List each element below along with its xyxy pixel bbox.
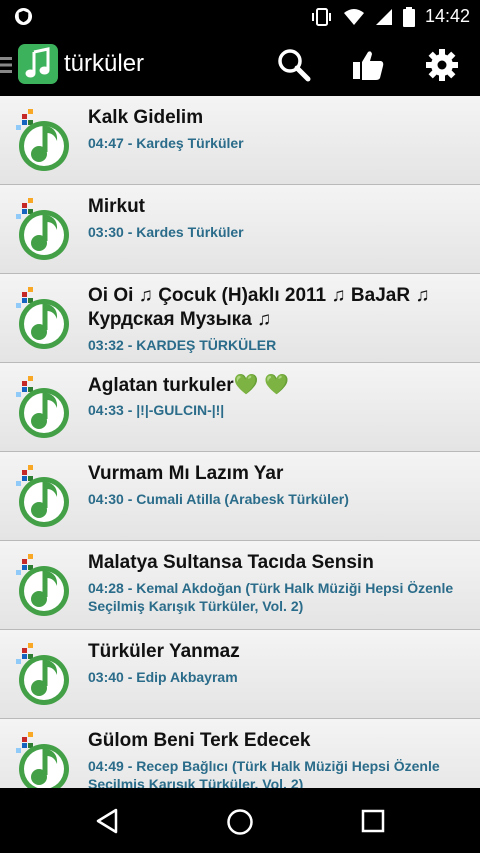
list-item[interactable]: Kalk Gidelim 04:47 - Kardeş Türküler — [0, 96, 480, 185]
song-subtitle: 03:30 - Kardes Türküler — [88, 224, 244, 240]
song-title: Mirkut — [88, 196, 145, 217]
search-icon[interactable] — [276, 47, 312, 83]
gear-icon[interactable] — [424, 47, 460, 83]
song-title: Oi Oi ♫ Çocuk (H)aklı 2011 ♫ BaJaR ♫ Кур… — [88, 285, 430, 330]
song-subtitle: 04:47 - Kardeş Türküler — [88, 135, 244, 151]
song-subtitle: 03:40 - Edip Akbayram — [88, 669, 238, 685]
music-note-icon — [25, 47, 50, 78]
song-subtitle: 03:32 - KARDEŞ TÜRKÜLER — [88, 337, 277, 353]
drawer-menu-icon[interactable] — [0, 55, 14, 75]
song-subtitle: 04:30 - Cumali Atilla (Arabesk Türküler) — [88, 491, 349, 507]
list-item[interactable]: Mirkut 03:30 - Kardes Türküler — [0, 185, 480, 274]
song-list[interactable]: Kalk Gidelim 04:47 - Kardeş Türküler Mir… — [0, 96, 480, 788]
battery-icon — [402, 6, 415, 27]
song-note-icon — [16, 109, 69, 171]
app-logo[interactable] — [18, 44, 58, 84]
list-item[interactable]: Oi Oi ♫ Çocuk (H)aklı 2011 ♫ BaJaR ♫ Кур… — [0, 274, 480, 363]
song-subtitle: 04:33 - |!|-GULCIN-|!| — [88, 402, 225, 418]
song-title-text: Aglatan turkuler — [88, 375, 234, 396]
signal-icon — [375, 8, 392, 25]
clock: 14:42 — [424, 6, 470, 26]
list-item[interactable]: Türküler Yanmaz 03:40 - Edip Akbayram — [0, 630, 480, 719]
song-title: Aglatan turkuler💚 💚 — [88, 373, 470, 398]
app-title: türküler — [64, 50, 145, 77]
song-note-icon — [16, 465, 69, 527]
song-title: Kalk Gidelim — [88, 107, 204, 128]
home-icon[interactable] — [226, 808, 254, 836]
song-title: Vurmam Mı Lazım Yar — [88, 463, 284, 484]
song-note-icon — [16, 554, 69, 616]
song-subtitle: 04:28 - Kemal Akdoğan (Türk Halk Müziği … — [88, 580, 454, 614]
status-bar: 14:42 — [0, 0, 480, 33]
song-title: Türküler Yanmaz — [88, 641, 240, 662]
app-bar: türküler — [0, 33, 480, 96]
song-subtitle: 04:49 - Recep Bağlıcı (Türk Halk Müziği … — [88, 758, 440, 788]
navigation-bar — [0, 788, 480, 853]
song-note-icon — [16, 376, 69, 438]
back-icon[interactable] — [94, 808, 120, 834]
list-item[interactable]: Gülom Beni Terk Edecek 04:49 - Recep Bağ… — [0, 719, 480, 788]
list-item[interactable]: Malatya Sultansa Tacıda Sensin 04:28 - K… — [0, 541, 480, 630]
wifi-icon — [343, 8, 364, 25]
recent-apps-icon[interactable] — [361, 809, 385, 833]
song-note-icon — [16, 198, 69, 260]
song-note-icon — [16, 643, 69, 705]
thumbs-up-icon[interactable] — [350, 47, 386, 83]
song-note-icon — [16, 732, 69, 788]
list-item[interactable]: Aglatan turkuler💚 💚 04:33 - |!|-GULCIN-|… — [0, 363, 480, 452]
green-heart-icons: 💚 💚 — [233, 374, 290, 396]
shield-icon — [14, 7, 33, 26]
vibrate-icon — [311, 7, 331, 26]
list-item[interactable]: Vurmam Mı Lazım Yar 04:30 - Cumali Atill… — [0, 452, 480, 541]
song-note-icon — [16, 287, 69, 349]
song-title: Gülom Beni Terk Edecek — [88, 730, 311, 751]
song-title: Malatya Sultansa Tacıda Sensin — [88, 552, 374, 573]
